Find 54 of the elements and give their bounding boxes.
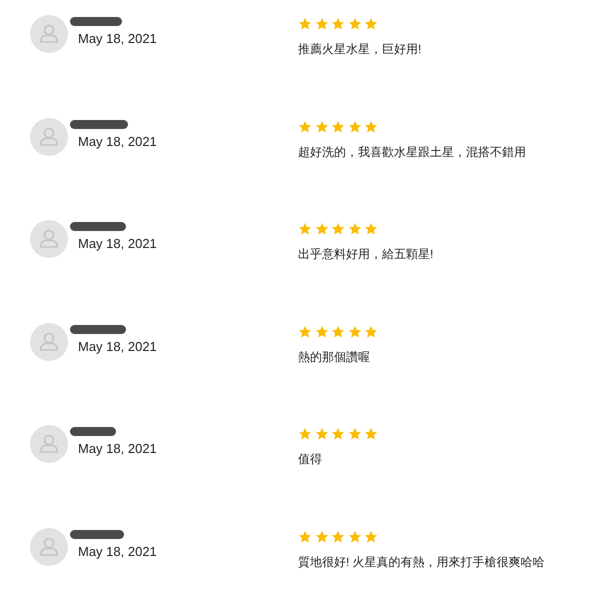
review-text: 出乎意料好用，給五顆星! xyxy=(298,246,434,263)
review-text: 推薦火星水星，巨好用! xyxy=(298,41,422,58)
star-icon xyxy=(331,222,345,236)
avatar-icon xyxy=(30,15,68,53)
star-icon xyxy=(314,530,328,544)
star-icon xyxy=(331,120,345,134)
avatar-icon xyxy=(30,220,68,258)
star-icon xyxy=(331,324,345,338)
star-icon xyxy=(348,324,362,338)
star-icon xyxy=(348,530,362,544)
redaction-bar xyxy=(70,530,124,538)
star-icon xyxy=(298,530,312,544)
star-icon xyxy=(364,427,378,441)
star-icon xyxy=(331,17,345,31)
review-text: 質地很好! 火星真的有熱，用來打手槍很爽哈哈 xyxy=(298,554,545,570)
redaction-bar xyxy=(70,427,116,436)
star-icon xyxy=(364,120,378,134)
star-icon xyxy=(314,427,328,441)
star-icon xyxy=(314,120,328,134)
star-icon xyxy=(348,222,362,236)
review-text: 值得 xyxy=(298,451,323,468)
review-date: May 18, 2021 xyxy=(78,236,157,251)
avatar-icon xyxy=(30,322,68,360)
star-icon xyxy=(314,17,328,31)
star-icon xyxy=(314,324,328,338)
star-icon xyxy=(314,222,328,236)
avatar-icon xyxy=(30,528,68,566)
avatar-icon xyxy=(30,425,68,463)
star-icon xyxy=(331,530,345,544)
review-date: May 18, 2021 xyxy=(78,338,157,354)
redaction-bar xyxy=(70,324,126,334)
star-icon xyxy=(331,427,345,441)
review-date: May 18, 2021 xyxy=(78,134,157,148)
star-icon xyxy=(298,17,312,31)
star-icon xyxy=(348,17,362,31)
review-date: May 18, 2021 xyxy=(78,441,157,456)
star-icon xyxy=(364,17,378,31)
star-icon xyxy=(348,427,362,441)
redaction-bar xyxy=(70,17,122,26)
star-icon xyxy=(364,530,378,544)
avatar-icon xyxy=(30,118,68,156)
review-text: 熱的那個讚喔 xyxy=(298,348,371,366)
star-icon xyxy=(348,120,362,134)
star-icon xyxy=(298,324,312,338)
star-icon xyxy=(298,120,312,134)
star-icon xyxy=(298,222,312,236)
review-text: 超好洗的，我喜歡水星跟土星，混搭不錯用 xyxy=(298,144,526,160)
star-icon xyxy=(364,324,378,338)
review-date: May 18, 2021 xyxy=(78,544,157,558)
review-date: May 18, 2021 xyxy=(78,31,157,46)
redaction-bar xyxy=(70,120,128,128)
redaction-bar xyxy=(70,222,126,231)
star-icon xyxy=(298,427,312,441)
star-icon xyxy=(364,222,378,236)
